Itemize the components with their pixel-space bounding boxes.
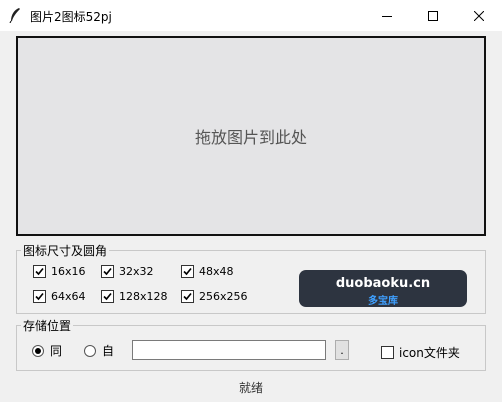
radio-custom-location[interactable]: 自 [84,342,114,359]
storage-location-legend: 存储位置 [23,319,72,333]
checkbox-box[interactable] [181,265,194,278]
radio-circle[interactable] [32,344,44,357]
checkbox-16x16[interactable]: 16x16 [33,265,86,278]
checkbox-box[interactable] [381,346,394,359]
checkbox-label: 256x256 [199,290,248,303]
window-title: 图片2图标52pj [30,10,112,24]
checkbox-64x64[interactable]: 64x64 [33,290,86,303]
checkbox-label: 128x128 [119,290,168,303]
checkbox-label: icon文件夹 [399,346,460,360]
minimize-icon [382,15,392,17]
checkbox-128x128[interactable]: 128x128 [101,290,168,303]
close-icon [474,10,484,21]
checkbox-icon-folder[interactable]: icon文件夹 [381,344,460,361]
drop-zone-hint: 拖放图片到此处 [194,128,307,147]
maximize-button[interactable] [410,0,456,31]
checkbox-box[interactable] [181,290,194,303]
checkbox-label: 16x16 [51,265,86,278]
checkbox-label: 64x64 [51,290,86,303]
checkbox-box[interactable] [101,290,114,303]
checkbox-256x256[interactable]: 256x256 [181,290,248,303]
checkbox-label: 48x48 [199,265,234,278]
watermark-badge: duobaoku.cn 多宝库 [299,270,467,307]
checkbox-32x32[interactable]: 32x32 [101,265,154,278]
checkbox-label: 32x32 [119,265,154,278]
feather-icon [8,7,22,24]
watermark-sub-text: 多宝库 [368,296,398,307]
close-button[interactable] [456,0,502,31]
checkbox-box[interactable] [33,265,46,278]
watermark-main-text: duobaoku.cn [335,276,431,291]
radio-same-location[interactable]: 同 [32,342,62,359]
save-path-input[interactable] [132,340,326,360]
status-text: 就绪 [238,381,263,395]
radio-label: 同 [50,344,63,358]
maximize-icon [428,10,438,21]
image-drop-zone[interactable]: 拖放图片到此处 [16,36,486,236]
minimize-button[interactable] [364,0,410,31]
title-bar: 图片2图标52pj [0,0,502,31]
checkbox-48x48[interactable]: 48x48 [181,265,234,278]
checkbox-box[interactable] [33,290,46,303]
radio-label: 自 [102,344,115,358]
radio-circle[interactable] [84,344,96,357]
icon-size-legend: 图标尺寸及圆角 [23,244,108,258]
browse-button[interactable]: . [335,340,349,360]
checkbox-box[interactable] [101,265,114,278]
